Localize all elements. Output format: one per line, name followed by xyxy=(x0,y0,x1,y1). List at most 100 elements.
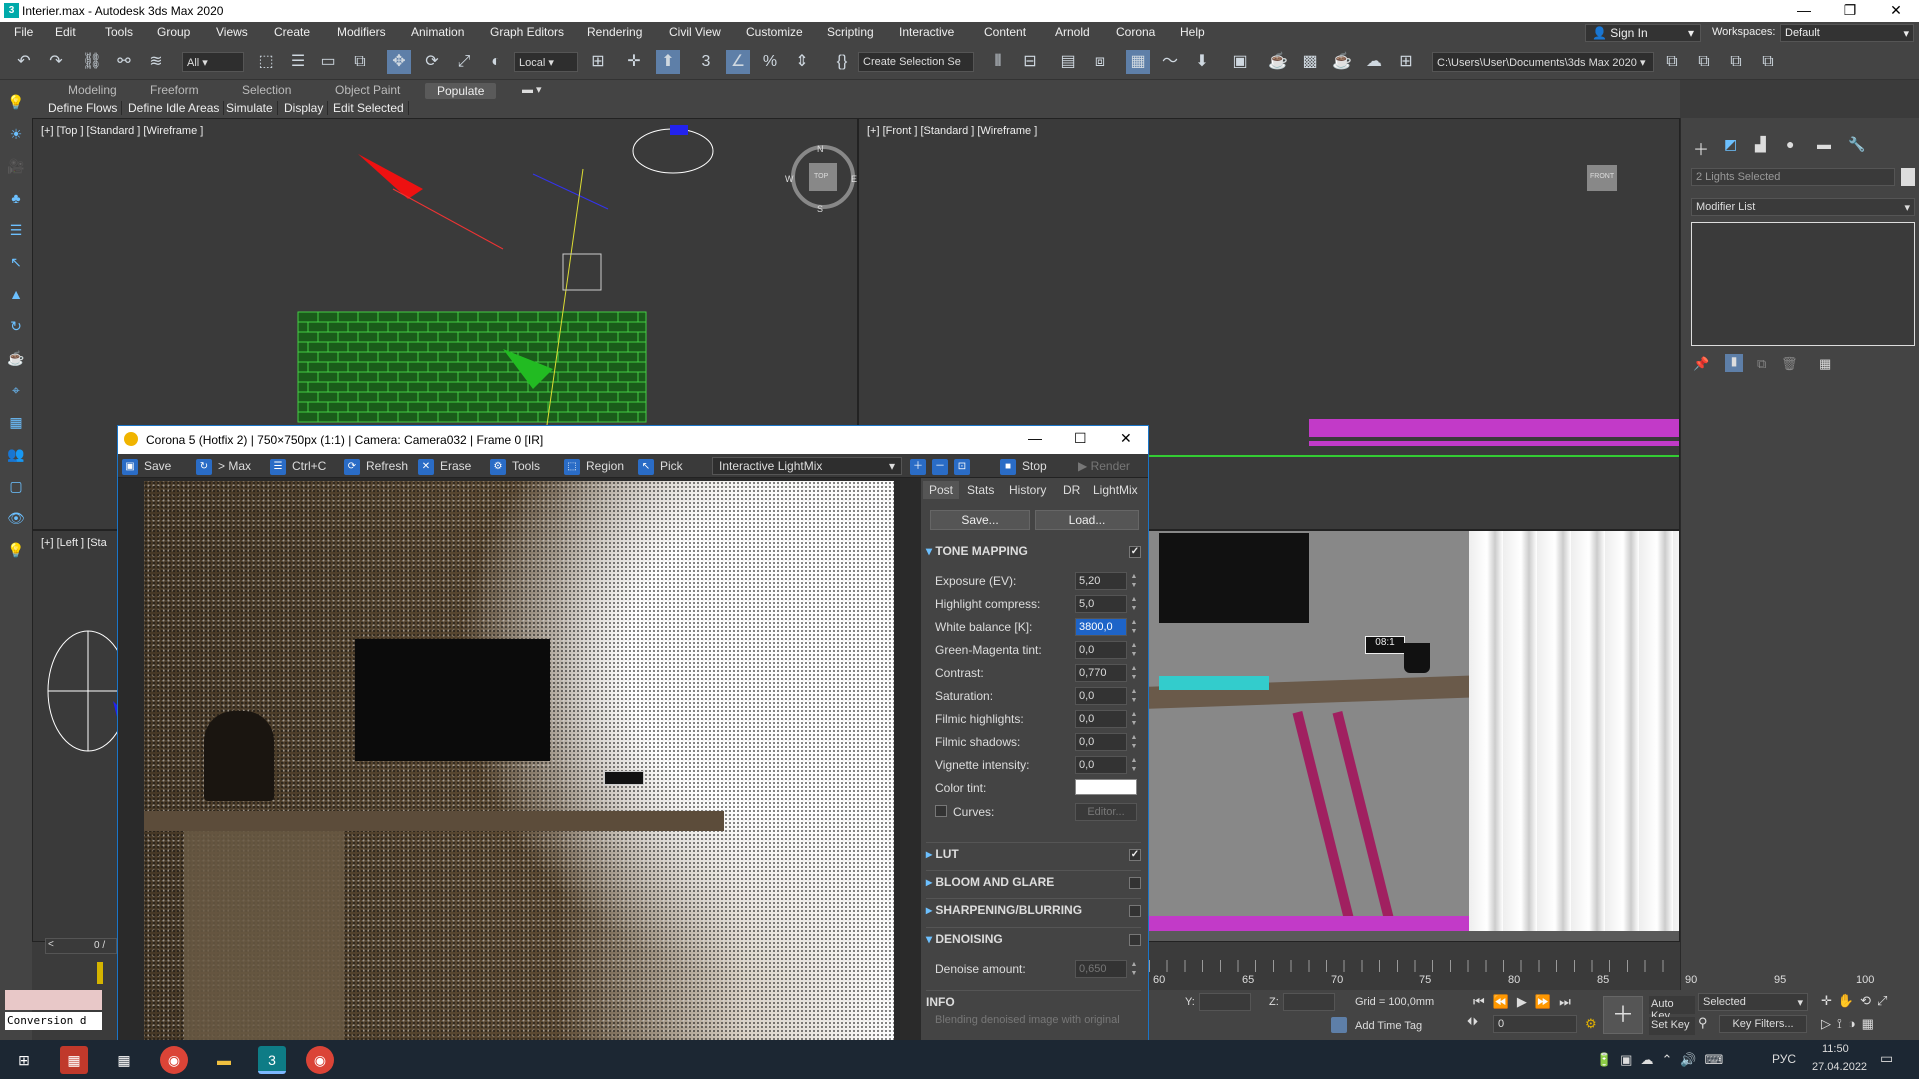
edit-named-selection-icon[interactable]: {} xyxy=(830,50,854,74)
unlink-icon[interactable]: ⚯ xyxy=(112,50,136,74)
modifier-list-dropdown[interactable]: Modifier List ▾ xyxy=(1691,198,1915,216)
eye-icon[interactable]: 👁 xyxy=(6,508,26,528)
configure-sets-icon[interactable]: ▦ xyxy=(1819,356,1831,372)
zoom-in-icon[interactable]: ＋ xyxy=(910,457,926,475)
system-tray-icons[interactable]: 🔋▣☁⌃🔊⌨ xyxy=(1596,1052,1731,1068)
modifier-stack[interactable] xyxy=(1691,222,1915,346)
menu-interactive[interactable]: Interactive xyxy=(899,25,954,39)
tab-selection[interactable]: Selection xyxy=(242,83,291,97)
snap-window-icon[interactable]: ⧉ xyxy=(1692,50,1716,74)
teapot-icon[interactable]: ☕ xyxy=(6,348,26,368)
maxscript-input[interactable]: Conversion d xyxy=(5,1012,102,1030)
curves-checkbox[interactable] xyxy=(935,805,947,817)
tab-modeling[interactable]: Modeling xyxy=(68,83,117,97)
white-balance-field[interactable]: 3800,0 xyxy=(1075,618,1127,636)
create-tab-icon[interactable]: ＋ xyxy=(1693,136,1709,160)
crosshair-icon[interactable]: ⌖ xyxy=(6,380,26,400)
curves-editor-button[interactable]: Editor... xyxy=(1075,803,1137,821)
placement-icon[interactable]: ◐ xyxy=(484,50,508,74)
color-tint-swatch[interactable] xyxy=(1075,779,1137,795)
menu-scripting[interactable]: Scripting xyxy=(827,25,874,39)
vfb-region-button[interactable]: ⬚ Region xyxy=(564,457,624,475)
menu-help[interactable]: Help xyxy=(1180,25,1205,39)
menu-animation[interactable]: Animation xyxy=(411,25,464,39)
filmic-shadows-field[interactable]: 0,0 xyxy=(1075,733,1127,751)
make-unique-icon[interactable]: ⧉ xyxy=(1757,356,1766,372)
time-slider[interactable]: < 0 / xyxy=(45,938,117,954)
tab-dr[interactable]: DR xyxy=(1057,481,1086,499)
viewport-front-label[interactable]: [+] [Front ] [Standard ] [Wireframe ] xyxy=(867,125,1037,137)
hierarchy-tab-icon[interactable]: ▟ xyxy=(1755,136,1766,153)
percent-snap-icon[interactable]: % xyxy=(758,50,782,74)
rotate-view-icon[interactable]: ↻ xyxy=(6,316,26,336)
highlight-compress-field[interactable]: 5,0 xyxy=(1075,595,1127,613)
simulate-button[interactable]: Simulate xyxy=(222,101,278,115)
time-config-icon[interactable]: ⚙ xyxy=(1585,1016,1597,1032)
bulb-icon[interactable]: 💡 xyxy=(6,540,26,560)
vfb-copy-button[interactable]: ☰ Ctrl+C xyxy=(270,457,326,475)
playback-controls[interactable]: ⏮⏪▶⏩⏭ xyxy=(1473,994,1579,1010)
pivot-center-icon[interactable]: ⊞ xyxy=(586,50,610,74)
spinner-icon[interactable]: ▲ ▼ xyxy=(1129,756,1139,774)
corona-maximize-button[interactable]: ☐ xyxy=(1074,430,1087,447)
menu-tools[interactable]: Tools xyxy=(105,25,133,39)
vfb-pick-button[interactable]: ↖ Pick xyxy=(638,457,683,475)
green-magenta-field[interactable]: 0,0 xyxy=(1075,641,1127,659)
sun-icon[interactable]: ☀ xyxy=(6,124,26,144)
select-object-icon[interactable]: ⬚ xyxy=(254,50,278,74)
notifications-icon[interactable]: ▭ xyxy=(1880,1050,1893,1067)
select-manipulate-icon[interactable]: ✛ xyxy=(622,50,646,74)
bind-space-warp-icon[interactable]: ≋ xyxy=(144,50,168,74)
set-key-big-icon[interactable]: ＋ xyxy=(1603,996,1643,1034)
restore-button[interactable]: ❐ xyxy=(1827,0,1873,22)
undo-icon[interactable]: ↶ xyxy=(12,50,36,74)
align-icon[interactable]: ⊟ xyxy=(1018,50,1042,74)
selection-color-swatch[interactable] xyxy=(1901,168,1915,186)
edit-selected-button[interactable]: Edit Selected xyxy=(329,101,409,115)
spinner-icon[interactable]: ▲ ▼ xyxy=(1129,618,1139,636)
tab-history[interactable]: History xyxy=(1003,481,1052,499)
y-coord-field[interactable] xyxy=(1199,993,1251,1011)
modify-tab-icon[interactable]: ◩ xyxy=(1724,136,1737,153)
rotate-icon[interactable]: ⟳ xyxy=(420,50,444,74)
file-explorer-icon[interactable]: ▬ xyxy=(210,1046,238,1074)
layer-explorer-icon[interactable]: ▤ xyxy=(1056,50,1080,74)
display-button[interactable]: Display xyxy=(280,101,329,115)
move-icon[interactable]: ✥ xyxy=(387,50,411,74)
pin-stack-icon[interactable]: 📌 xyxy=(1693,356,1709,372)
remove-modifier-icon[interactable]: 🗑 xyxy=(1781,356,1798,372)
spinner-icon[interactable]: ▲ ▼ xyxy=(1129,595,1139,613)
vfb-display-dropdown[interactable]: Interactive LightMix ▾ xyxy=(712,457,902,475)
curve-editor-icon[interactable]: 〜 xyxy=(1158,50,1182,74)
viewport-nav-controls[interactable]: ✛✋⟲⤢ xyxy=(1821,993,1893,1009)
spinner-icon[interactable]: ▲ ▼ xyxy=(1129,733,1139,751)
windows-start-icon[interactable]: ⊞ xyxy=(10,1046,38,1074)
input-language[interactable]: РУС xyxy=(1772,1052,1796,1066)
spinner-snap-icon[interactable]: ⇕ xyxy=(790,50,814,74)
render-production-icon[interactable]: ☕ xyxy=(1330,50,1354,74)
snap-window3-icon[interactable]: ⧉ xyxy=(1756,50,1780,74)
tone-mapping-header[interactable]: ▾ TONE MAPPING ✓ xyxy=(926,544,1141,564)
menu-graph-editors[interactable]: Graph Editors xyxy=(490,25,564,39)
menu-corona[interactable]: Corona xyxy=(1116,25,1155,39)
spinner-icon[interactable]: ▲ ▼ xyxy=(1129,710,1139,728)
grid-icon[interactable]: ▦ xyxy=(6,412,26,432)
info-header[interactable]: INFO xyxy=(926,990,1141,1010)
bloom-glare-header[interactable]: ▸ BLOOM AND GLARE xyxy=(926,870,1141,890)
minimize-button[interactable]: — xyxy=(1781,0,1827,22)
menu-create[interactable]: Create xyxy=(274,25,310,39)
denoising-checkbox[interactable] xyxy=(1129,934,1141,946)
vfb-tools-button[interactable]: ⚙ Tools xyxy=(490,457,540,475)
keyboard-shortcut-override-icon[interactable]: ⬆ xyxy=(656,50,680,74)
sharpening-header[interactable]: ▸ SHARPENING/BLURRING xyxy=(926,898,1141,918)
menu-rendering[interactable]: Rendering xyxy=(587,25,642,39)
project-path-dropdown[interactable]: C:\Users\User\Documents\3ds Max 2020 ▾ xyxy=(1432,52,1654,72)
camera-icon[interactable]: 🎥 xyxy=(6,156,26,176)
vfb-save-button[interactable]: ▣ Save xyxy=(122,457,171,475)
menu-content[interactable]: Content xyxy=(984,25,1026,39)
menu-modifiers[interactable]: Modifiers xyxy=(337,25,386,39)
tree-icon[interactable]: ♣ xyxy=(6,188,26,208)
lut-checkbox[interactable]: ✓ xyxy=(1129,849,1141,861)
render-shortcuts-icon[interactable]: ⊞ xyxy=(1394,50,1418,74)
lut-header[interactable]: ▸ LUT ✓ xyxy=(926,842,1141,862)
